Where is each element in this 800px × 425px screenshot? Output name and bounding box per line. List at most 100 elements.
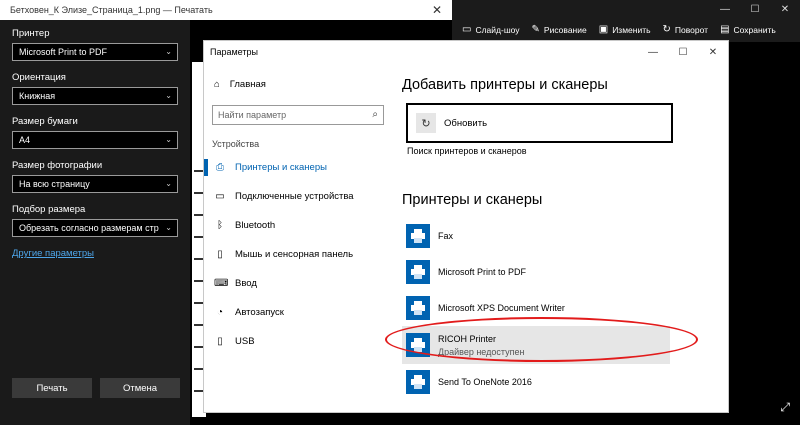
keyboard-icon: ⌨: [214, 278, 229, 289]
paper-size-select-value: A4: [19, 135, 31, 145]
sidebar-item-label: Мышь и сенсорная панель: [235, 249, 354, 260]
settings-window-controls: — ☐ ✕: [638, 41, 728, 63]
draw-button[interactable]: ✎ Рисование: [532, 24, 587, 35]
printer-item-ricoh[interactable]: RICOH Printer Драйвер недоступен: [402, 326, 670, 364]
sidebar-item-label: Подключенные устройства: [235, 191, 354, 202]
draw-label: Рисование: [543, 24, 587, 35]
sidebar-item-connected-devices[interactable]: ▭ Подключенные устройства: [204, 182, 390, 211]
fit-label: Подбор размера: [12, 204, 86, 215]
close-icon[interactable]: ✕: [698, 41, 728, 63]
printer-icon: ⎙: [216, 162, 224, 173]
add-printers-heading: Добавить принтеры и сканеры: [402, 77, 608, 93]
search-placeholder: Найти параметр: [218, 110, 287, 120]
fit-select-value: Обрезать согласно размерам стр: [19, 223, 159, 233]
minimize-icon[interactable]: —: [710, 0, 740, 18]
print-title: Бетховен_К Элизе_Страница_1.png — Печата…: [10, 5, 213, 15]
nav-home-label: Главная: [229, 78, 266, 90]
chevron-down-icon: ⌄: [165, 223, 172, 232]
sidebar-item-usb[interactable]: ▯ USB: [204, 327, 390, 356]
devices-icon: ▭: [215, 191, 225, 202]
printer-name: Fax: [438, 231, 454, 241]
rotate-icon: ↻: [662, 24, 671, 35]
slideshow-label: Слайд-шоу: [475, 24, 520, 35]
save-button[interactable]: ▤ Сохранить: [720, 24, 776, 35]
maximize-icon[interactable]: ☐: [668, 41, 698, 63]
print-close-icon[interactable]: ✕: [422, 0, 452, 20]
edit-button[interactable]: ▣ Изменить: [599, 24, 651, 35]
printer-name: Send To OneNote 2016: [438, 377, 532, 387]
printer-icon: [406, 296, 430, 320]
slideshow-icon: ▭: [462, 24, 472, 35]
save-icon: ▤: [720, 24, 730, 35]
printer-item-fax[interactable]: Fax: [406, 218, 722, 254]
sidebar-item-typing[interactable]: ⌨ Ввод: [204, 269, 390, 298]
chevron-down-icon: ⌄: [165, 47, 172, 56]
settings-window: Параметры — ☐ ✕ ⌂ Главная Найти параметр…: [203, 40, 729, 413]
orientation-label: Ориентация: [12, 72, 66, 83]
printer-item-pdf[interactable]: Microsoft Print to PDF: [406, 254, 722, 290]
refresh-label: Обновить: [444, 117, 488, 129]
home-icon: ⌂: [214, 78, 220, 90]
printer-select[interactable]: Microsoft Print to PDF ⌄: [12, 43, 178, 61]
refresh-status: Поиск принтеров и сканеров: [407, 146, 527, 156]
print-button[interactable]: Печать: [12, 378, 92, 398]
fit-select[interactable]: Обрезать согласно размерам стр ⌄: [12, 219, 178, 237]
more-settings-link[interactable]: Другие параметры: [12, 248, 178, 259]
refresh-icon: ↻: [416, 113, 436, 133]
settings-titlebar: Параметры — ☐ ✕: [204, 41, 728, 63]
printer-icon: [406, 333, 430, 357]
printers-list-heading: Принтеры и сканеры: [402, 192, 543, 208]
printer-name: RICOH Printer: [438, 333, 497, 344]
pen-icon: ✎: [531, 24, 540, 35]
printer-item-onenote[interactable]: Send To OneNote 2016: [406, 364, 722, 400]
search-input[interactable]: Найти параметр ⌕: [212, 105, 384, 125]
printer-name: Microsoft XPS Document Writer: [438, 303, 565, 313]
sidebar-item-label: Ввод: [235, 278, 257, 289]
print-button-row: Печать Отмена: [12, 378, 180, 398]
printer-icon: [406, 260, 430, 284]
close-icon[interactable]: ✕: [770, 0, 800, 18]
nav-home[interactable]: ⌂ Главная: [204, 73, 390, 95]
print-titlebar: Бетховен_К Элизе_Страница_1.png — Печата…: [0, 0, 452, 20]
search-icon: ⌕: [372, 109, 378, 120]
print-options-panel: Принтер Microsoft Print to PDF ⌄ Ориента…: [0, 20, 190, 425]
printer-status: Драйвер недоступен: [438, 346, 525, 357]
paper-size-select[interactable]: A4 ⌄: [12, 131, 178, 149]
printer-item-xps[interactable]: Microsoft XPS Document Writer: [406, 290, 722, 326]
edit-label: Изменить: [612, 24, 651, 35]
refresh-button[interactable]: ↻ Обновить: [406, 103, 673, 143]
printer-label: Принтер: [12, 28, 50, 39]
sidebar-item-printers[interactable]: ⎙ Принтеры и сканеры: [204, 153, 390, 182]
photos-app-toolbar: — ☐ ✕ ▭ Слайд-шоу ✎ Рисование ▣ Изменить ↻ П…: [452, 0, 800, 42]
sidebar-item-mouse[interactable]: ▯ Мышь и сенсорная панель: [204, 240, 390, 269]
printer-icon: [406, 224, 430, 248]
photo-size-select[interactable]: На всю страницу ⌄: [12, 175, 178, 193]
rotate-label: Поворот: [674, 24, 709, 35]
photos-tools: ▭ Слайд-шоу ✎ Рисование ▣ Изменить ↻ Поворот…: [462, 24, 776, 35]
paper-size-label: Размер бумаги: [12, 116, 78, 127]
sidebar-item-label: Bluetooth: [235, 220, 276, 231]
photos-window-controls: — ☐ ✕: [710, 0, 800, 18]
cancel-button[interactable]: Отмена: [100, 378, 180, 398]
save-label: Сохранить: [733, 24, 776, 35]
orientation-select-value: Книжная: [19, 91, 56, 101]
orientation-select[interactable]: Книжная ⌄: [12, 87, 178, 105]
sidebar-item-bluetooth[interactable]: ᛒ Bluetooth: [204, 211, 390, 240]
autoplay-icon: ◔: [216, 307, 224, 318]
rotate-button[interactable]: ↻ Поворот: [663, 24, 709, 35]
printer-name: Microsoft Print to PDF: [438, 267, 527, 277]
nav-section-devices: Устройства: [212, 139, 260, 149]
minimize-icon[interactable]: —: [638, 41, 668, 63]
sidebar-item-autoplay[interactable]: ◔ Автозапуск: [204, 298, 390, 327]
chevron-down-icon: ⌄: [165, 135, 172, 144]
sidebar-item-label: Принтеры и сканеры: [235, 162, 327, 173]
printer-select-value: Microsoft Print to PDF: [19, 47, 108, 57]
fullscreen-icon[interactable]: ⤢: [780, 400, 790, 415]
maximize-icon[interactable]: ☐: [740, 0, 770, 18]
chevron-down-icon: ⌄: [165, 91, 172, 100]
settings-nav: ⌂ Главная Найти параметр ⌕ Устройства ⎙ …: [204, 63, 390, 412]
printer-icon: [406, 370, 430, 394]
settings-title: Параметры: [210, 47, 258, 57]
slideshow-button[interactable]: ▭ Слайд-шоу: [462, 24, 520, 35]
edit-image-icon: ▣: [598, 24, 609, 35]
